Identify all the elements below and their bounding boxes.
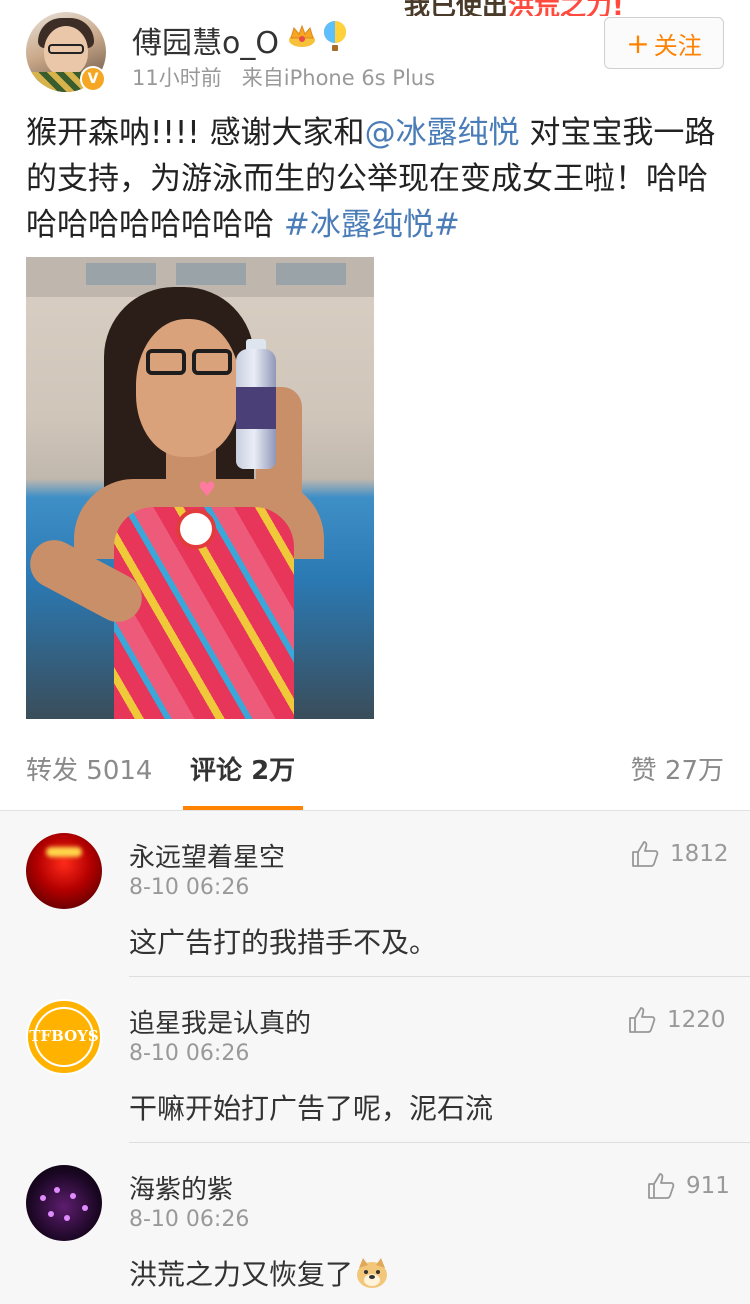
like-count: 1812 (670, 841, 729, 867)
weibo-post: 我已使出洪荒之力! V 傅园慧o_O 11小时前 来自iPhone 6s Plu… (0, 0, 750, 810)
commenter-avatar[interactable] (26, 833, 102, 909)
mention-link[interactable]: @冰露纯悦 (365, 115, 520, 151)
tab-repost[interactable]: 转发 5014 (26, 750, 152, 787)
thumbs-up-icon (648, 1173, 675, 1199)
tab-comments[interactable]: 评论 2万 (190, 750, 295, 787)
commenter-name[interactable]: 追星我是认真的 (129, 1003, 311, 1040)
like-button[interactable]: 1220 (627, 1003, 726, 1037)
comment-time: 8-10 06:26 (129, 875, 250, 900)
post-tabs: 转发 5014 评论 2万 赞 27万 (0, 740, 750, 812)
comment-item: TFBOYS 追星我是认真的 8-10 06:26 干嘛开始打广告了呢，泥石流 … (0, 977, 750, 1143)
author-name[interactable]: 傅园慧o_O (132, 18, 279, 62)
like-count: 911 (686, 1173, 730, 1199)
follow-button[interactable]: + 关注 (604, 17, 724, 69)
doge-emoji-icon (357, 1258, 388, 1288)
like-count: 1220 (667, 1007, 726, 1033)
thumbs-up-icon (632, 841, 659, 867)
follow-label: 关注 (653, 31, 702, 60)
post-text: 猴开森呐!!!! 感谢大家和@冰露纯悦 对宝宝我一路的支持，为游泳而生的公举现在… (26, 115, 716, 243)
commenter-name[interactable]: 永远望着星空 (129, 837, 285, 874)
post-photo[interactable]: ♥ (26, 257, 374, 719)
commenter-avatar[interactable] (26, 1165, 102, 1241)
comment-time: 8-10 06:26 (129, 1041, 250, 1066)
post-time: 11小时前 (132, 66, 222, 90)
like-button[interactable]: 911 (646, 1169, 730, 1203)
comment-list: 永远望着星空 8-10 06:26 这广告打的我措手不及。 1812 TFBOY… (0, 810, 750, 1304)
like-button[interactable]: 1812 (630, 837, 729, 871)
comment-item: 永远望着星空 8-10 06:26 这广告打的我措手不及。 1812 (0, 811, 750, 977)
balloon-icon (324, 21, 346, 51)
commenter-avatar[interactable]: TFBOYS (26, 999, 102, 1075)
tab-likes[interactable]: 赞 27万 (631, 750, 724, 787)
crown-icon (289, 24, 315, 47)
thumbs-up-icon (629, 1007, 656, 1033)
plus-icon: + (626, 26, 650, 60)
comment-text: 干嘛开始打广告了呢，泥石流 (129, 1092, 494, 1125)
comment-text: 洪荒之力又恢复了 (129, 1253, 389, 1293)
commenter-name[interactable]: 海紫的紫 (129, 1169, 233, 1206)
comment-item: 海紫的紫 8-10 06:26 洪荒之力又恢复了 911 (0, 1143, 750, 1304)
verified-icon: V (80, 66, 106, 92)
comment-time: 8-10 06:26 (129, 1207, 250, 1232)
comment-text: 这广告打的我措手不及。 (129, 926, 438, 959)
hashtag-link[interactable]: #冰露纯悦# (284, 207, 460, 243)
post-source: 来自iPhone 6s Plus (241, 66, 436, 90)
top-banner: 我已使出洪荒之力! (404, 0, 624, 16)
post-meta: 11小时前 来自iPhone 6s Plus (132, 62, 435, 92)
